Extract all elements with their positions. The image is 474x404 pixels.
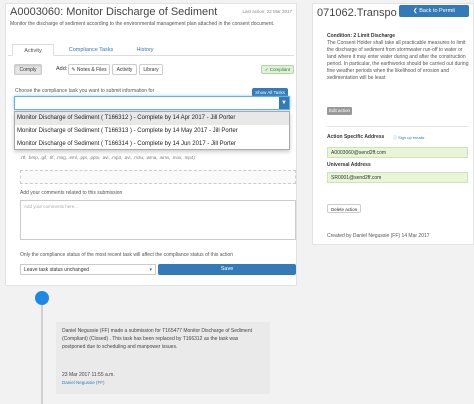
- thumbs-up-icon: ✓: [264, 67, 269, 72]
- universal-address-label: Universal Address: [327, 162, 371, 168]
- edit-action-button[interactable]: Edit action: [327, 107, 353, 115]
- comments-placeholder: Add your comments here...: [24, 204, 79, 209]
- permit-panel: 071062.Transpo ❮ Back to Permit Conditio…: [312, 3, 474, 245]
- timeline-entry: Daniel Negussie (FF) made a submission f…: [56, 322, 270, 394]
- status-badge-label: Compliant: [269, 67, 290, 72]
- page: A0003060: Monitor Discharge of Sediment …: [0, 0, 474, 404]
- task-dropdown-list: Monitor Discharge of Sediment ( T166312 …: [14, 111, 290, 150]
- task-option[interactable]: Monitor Discharge of Sediment ( T166313 …: [15, 125, 289, 138]
- task-select[interactable]: ▼: [14, 96, 290, 110]
- sign-up-emails-link[interactable]: ⓘ Sign up emails: [393, 135, 424, 141]
- action-email-field[interactable]: A0003060@send2ff.com: [327, 147, 468, 158]
- created-by-text: Created by Daniel Negussie (FF) 14 Mar 2…: [327, 233, 430, 239]
- permit-title: 071062.Transpo: [317, 7, 397, 19]
- allowed-extensions: .rtf, .bmp, .gif, .tif, .msg, .eml, .ppt…: [20, 155, 195, 160]
- comply-button[interactable]: Comply: [14, 64, 42, 75]
- universal-address-field[interactable]: SR0001@send2ff.com: [327, 172, 468, 183]
- condition-text: The Consent Holder shall take all practi…: [327, 40, 469, 81]
- sign-up-emails-label: Sign up emails: [398, 135, 425, 140]
- library-button[interactable]: Library: [139, 64, 163, 75]
- page-title: A0003060: Monitor Discharge of Sediment: [10, 6, 218, 18]
- comments-textarea[interactable]: Add your comments here...: [20, 200, 296, 240]
- tab-history[interactable]: History: [126, 44, 164, 56]
- notes-files-label: Notes & Files: [76, 67, 107, 73]
- task-prompt: Choose the compliance task you want to s…: [15, 88, 155, 94]
- task-option[interactable]: Monitor Discharge of Sediment ( T166312 …: [15, 112, 289, 125]
- activity-button[interactable]: Activity: [112, 64, 137, 75]
- save-button[interactable]: Save: [158, 264, 296, 275]
- timeline-dot-icon: [35, 291, 49, 305]
- notes-files-button[interactable]: ✎ Notes & Files: [68, 64, 110, 75]
- timeline-entry-date: 23 Mar 2017 11:55 a.m.: [62, 372, 115, 378]
- back-to-permit-button[interactable]: ❮ Back to Permit: [399, 5, 469, 17]
- task-option[interactable]: Monitor Discharge of Sediment ( T166314 …: [15, 138, 289, 151]
- task-status-select[interactable]: Leave task status unchanged ▾: [20, 264, 156, 275]
- status-badge: ✓ Compliant: [260, 65, 294, 74]
- tab-compliance-tasks[interactable]: Compliance Tasks: [60, 44, 122, 56]
- info-icon: ⓘ: [393, 135, 397, 140]
- add-label: Add:: [56, 66, 68, 72]
- file-dropzone[interactable]: [20, 170, 296, 184]
- action-email-label: Action Specific Address: [327, 134, 385, 140]
- tab-bar: Activity Compliance Tasks History: [8, 44, 294, 56]
- comments-label: Add your comments related to this submis…: [20, 190, 123, 196]
- arrow-left-icon: ❮: [413, 8, 418, 14]
- chevron-down-icon: ▾: [149, 267, 152, 273]
- activity-toolbar: Comply Add: ✎ Notes & Files Activity Lib…: [14, 64, 296, 76]
- back-to-permit-label: Back to Permit: [419, 8, 455, 14]
- caret-down-icon[interactable]: ▼: [279, 97, 289, 109]
- divider: [327, 126, 469, 127]
- last-action-date: Last action: 22 Mar 2017: [242, 9, 292, 14]
- compliance-note: Only the compliance status of the most r…: [20, 252, 234, 258]
- timeline-entry-text: Daniel Negussie (FF) made a submission f…: [62, 328, 252, 350]
- condition-title: Condition: 2 Limit Discharge: [327, 33, 396, 39]
- paperclip-icon: ✎: [71, 67, 76, 73]
- delete-action-button[interactable]: Delete action: [327, 204, 362, 213]
- timeline-line: [41, 300, 43, 404]
- tab-activity[interactable]: Activity: [12, 44, 54, 56]
- timeline-entry-user[interactable]: Daniel Negussie (FF): [62, 380, 105, 385]
- action-description: Monitor the discharge of sediment accord…: [10, 21, 275, 27]
- task-status-value: Leave task status unchanged: [24, 267, 90, 273]
